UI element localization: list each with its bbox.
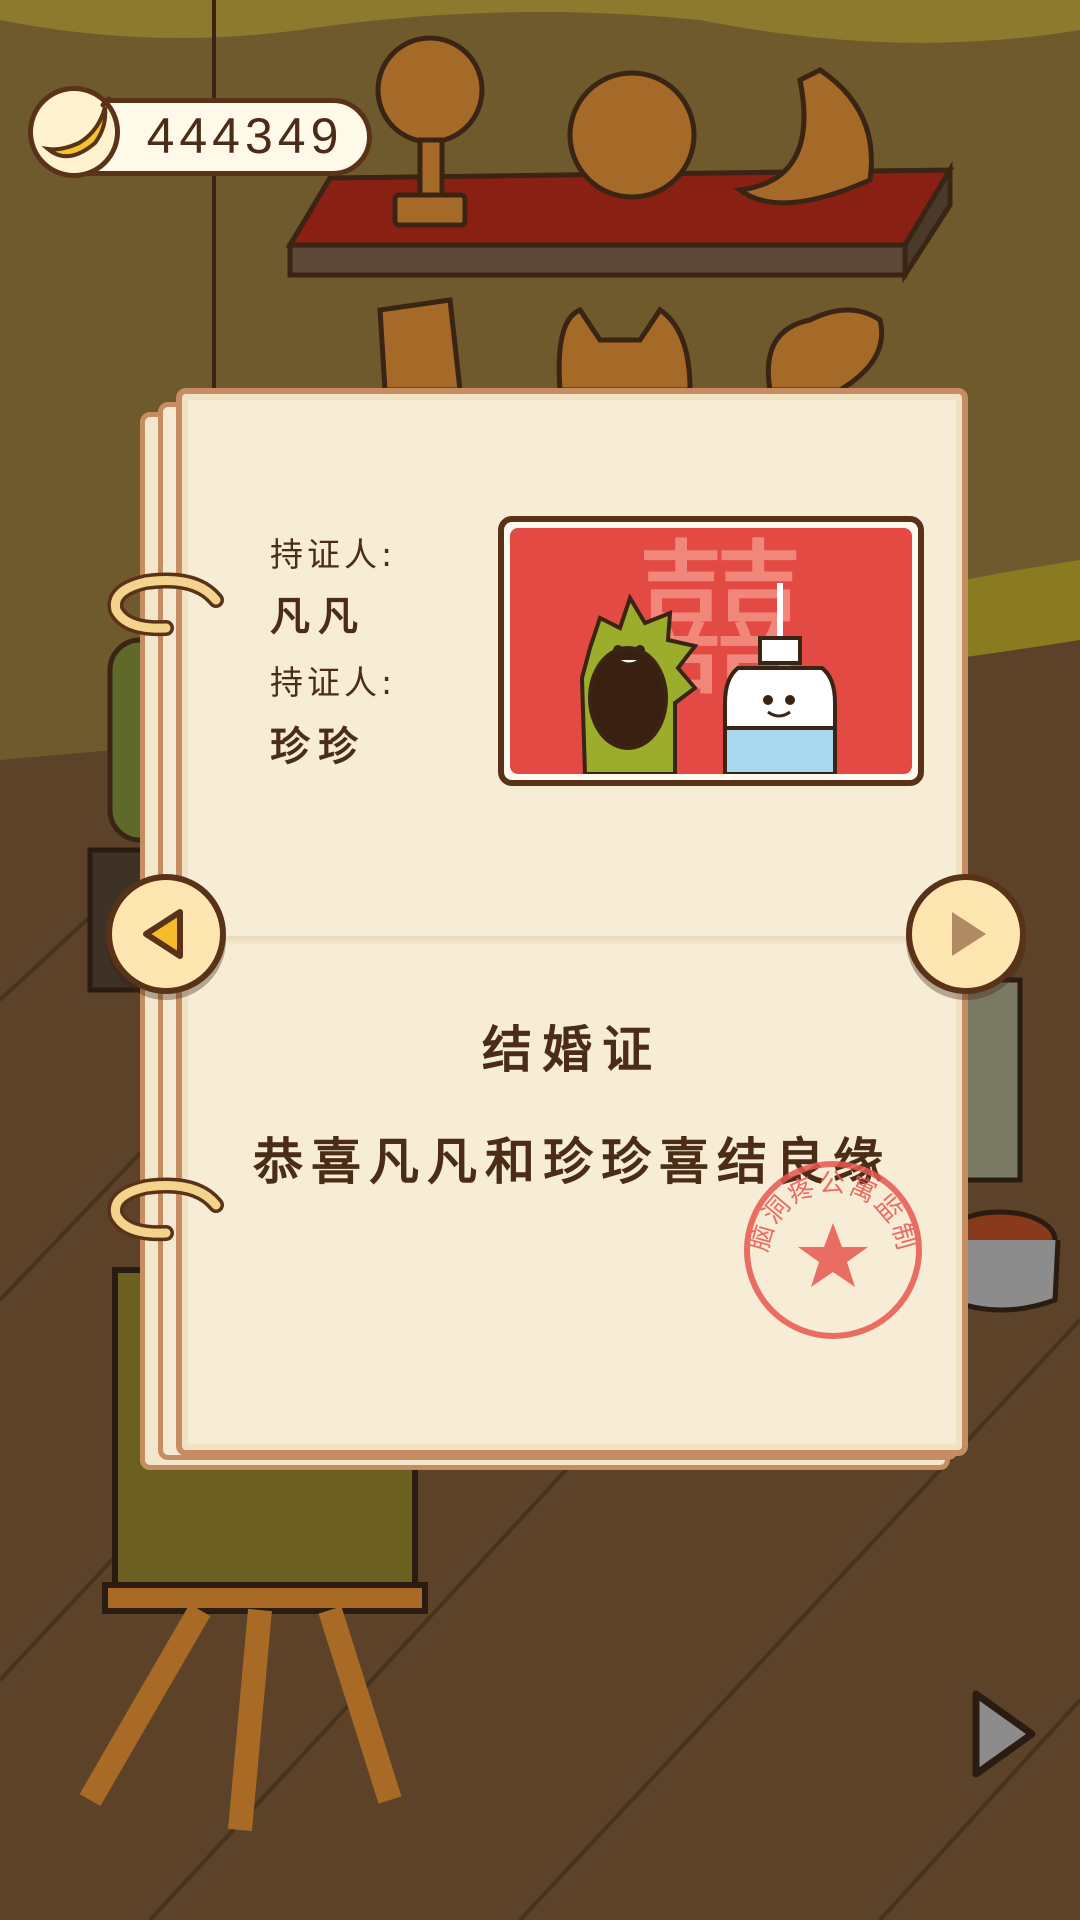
next-page-button[interactable] — [906, 874, 1026, 994]
banana-count: 444349 — [146, 108, 344, 164]
official-seal: 脑洞疼公寓监制 — [744, 1161, 922, 1339]
holder2-label: 持证人: — [270, 663, 397, 702]
banana-icon — [28, 86, 120, 178]
seal-star-icon — [798, 1223, 868, 1287]
holder2-name: 珍珍 — [270, 724, 366, 770]
binder-ring-top — [107, 572, 224, 637]
holder1-label: 持证人: — [270, 535, 397, 574]
arrow-right-icon — [952, 912, 986, 956]
arrow-left-icon — [143, 909, 183, 959]
certificate-title: 结婚证 — [482, 1021, 662, 1079]
page-fold — [182, 936, 962, 946]
couple-illustration — [579, 583, 837, 774]
holder1-name: 凡凡 — [270, 594, 366, 640]
prev-page-button[interactable] — [106, 874, 226, 994]
continue-button[interactable] — [966, 1686, 1040, 1782]
wedding-photo: 囍 — [510, 528, 912, 774]
play-arrow-icon — [972, 1690, 1036, 1778]
